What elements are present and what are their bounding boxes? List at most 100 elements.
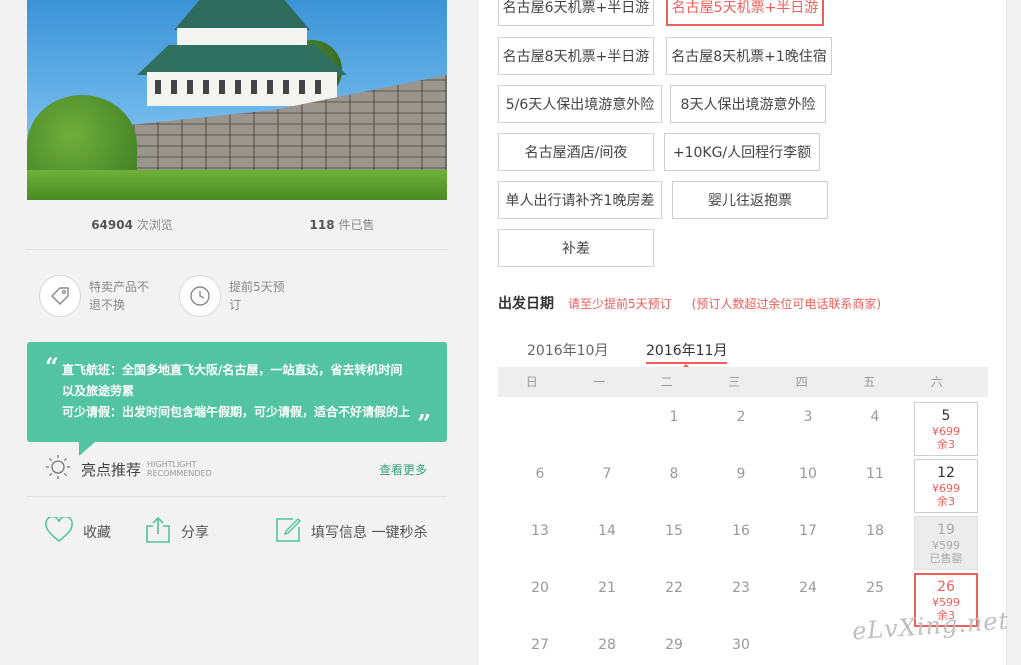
sold-count: 118 bbox=[309, 218, 335, 232]
month-tab-label: 2016年11月 bbox=[646, 343, 728, 359]
calendar-day: 19 ¥599 已售罄 bbox=[914, 516, 978, 570]
feature-advance-booking: 提前5天预订 bbox=[179, 275, 319, 317]
calendar-day: 16 bbox=[709, 522, 773, 576]
calendar-day: 14 bbox=[575, 522, 639, 576]
package-option[interactable]: 名古屋5天机票+半日游 bbox=[666, 0, 824, 26]
day-price: ¥699 bbox=[932, 482, 960, 495]
day-number: 21 bbox=[598, 580, 616, 596]
calendar-day: 7 bbox=[575, 465, 639, 519]
see-more-link[interactable]: 查看更多 bbox=[379, 461, 427, 478]
sun-icon bbox=[45, 454, 71, 484]
day-remaining: 余3 bbox=[937, 495, 955, 508]
quote-tail bbox=[79, 442, 95, 456]
calendar-day: 27 bbox=[508, 636, 572, 665]
package-option[interactable]: 名古屋酒店/间夜 bbox=[498, 133, 654, 171]
day-number: 30 bbox=[732, 637, 750, 653]
day-number: 25 bbox=[866, 580, 884, 596]
calendar-day: 4 bbox=[843, 408, 907, 462]
share-icon bbox=[145, 516, 171, 548]
highlight-title: 亮点推荐 bbox=[81, 460, 142, 479]
package-option[interactable]: 婴儿往返抱票 bbox=[672, 181, 828, 219]
quote-line: 直飞航班：全国多地直飞大阪/名古屋，一站直达，省去转机时间 bbox=[62, 363, 403, 377]
package-option[interactable]: 补差 bbox=[498, 229, 654, 267]
package-option[interactable]: 名古屋6天机票+半日游 bbox=[498, 0, 654, 26]
day-remaining: 余3 bbox=[937, 438, 955, 451]
calendar-day: 30 bbox=[709, 636, 773, 665]
favorite-label: 收藏 bbox=[83, 525, 111, 541]
departure-date-header: 出发日期 请至少提前5天预订 (预订人数超过余位可电话联系商家) bbox=[498, 293, 881, 313]
package-option[interactable]: 8天人保出境游意外险 bbox=[670, 85, 826, 123]
calendar-day: 6 bbox=[508, 465, 572, 519]
calendar-day: 17 bbox=[776, 522, 840, 576]
product-stats: 64904 次浏览 118 件已售 bbox=[27, 200, 447, 250]
heart-icon bbox=[45, 515, 73, 547]
clock-icon bbox=[179, 275, 221, 317]
open-quote-icon: “ bbox=[45, 352, 59, 381]
day-number: 18 bbox=[866, 523, 884, 539]
day-number: 29 bbox=[665, 637, 683, 653]
day-number: 23 bbox=[732, 580, 750, 596]
day-number: 19 bbox=[937, 522, 955, 538]
package-option[interactable]: 名古屋8天机票+半日游 bbox=[498, 37, 654, 75]
feature-text: 特卖产品不退不换 bbox=[89, 280, 150, 312]
calendar-day: 29 bbox=[642, 636, 706, 665]
feature-text: 提前5天预订 bbox=[229, 280, 285, 312]
product-left-column: 64904 次浏览 118 件已售 特卖产品不退不换 提前5天预订 “ 直飞航班… bbox=[27, 0, 447, 567]
calendar-day[interactable]: 5 ¥699 余3 bbox=[914, 402, 978, 456]
calendar-day: 1 bbox=[642, 408, 706, 462]
product-actions: 收藏 分享 填写信息 一键秒杀 bbox=[27, 497, 447, 567]
day-number: 24 bbox=[799, 580, 817, 596]
favorite-button[interactable]: 收藏 bbox=[45, 515, 145, 547]
calendar-day: 22 bbox=[642, 579, 706, 633]
weekday-label: 二 bbox=[660, 375, 673, 389]
month-tab-oct[interactable]: 2016年10月 bbox=[527, 340, 608, 360]
highlight-en-line1: HIGHTLIGHT bbox=[147, 460, 197, 469]
weekday-label: 六 bbox=[930, 375, 943, 389]
booking-panel: 名古屋6天机票+半日游 名古屋5天机票+半日游 名古屋8天机票+半日游 名古屋8天机票… bbox=[477, 0, 1007, 665]
weekday-label: 三 bbox=[728, 375, 741, 389]
share-button[interactable]: 分享 bbox=[145, 516, 275, 548]
day-number: 27 bbox=[531, 637, 549, 653]
weekday-label: 四 bbox=[795, 375, 808, 389]
calendar-weekday-header: 日一二三四五六 bbox=[498, 367, 988, 397]
day-number: 28 bbox=[598, 637, 616, 653]
day-number: 9 bbox=[736, 466, 746, 482]
day-price: ¥599 bbox=[932, 596, 960, 609]
tag-icon bbox=[39, 275, 81, 317]
fill-info-button[interactable]: 填写信息 一键秒杀 bbox=[275, 517, 427, 547]
weekday-label: 一 bbox=[593, 375, 606, 389]
departure-hint: 请至少提前5天预订 bbox=[568, 296, 672, 311]
day-number: 10 bbox=[799, 466, 817, 482]
calendar-day: 20 bbox=[508, 579, 572, 633]
calendar-day[interactable]: 12 ¥699 余3 bbox=[914, 459, 978, 513]
calendar-day: 28 bbox=[575, 636, 639, 665]
package-option[interactable]: 名古屋8天机票+1晚住宿 bbox=[666, 37, 832, 75]
calendar-day: 2 bbox=[709, 408, 773, 462]
calendar-day: 23 bbox=[709, 579, 773, 633]
package-option[interactable]: 5/6天人保出境游意外险 bbox=[498, 85, 662, 123]
calendar-day: 21 bbox=[575, 579, 639, 633]
quote-line: 可少请假：出发时间包含端午假期，可少请假，适合不好请假的上 bbox=[62, 405, 411, 419]
highlight-en: HIGHTLIGHT RECOMMENDED bbox=[147, 460, 212, 478]
calendar-day: 11 bbox=[843, 465, 907, 519]
departure-title: 出发日期 bbox=[498, 296, 554, 312]
calendar-day: 8 bbox=[642, 465, 706, 519]
day-number: 6 bbox=[535, 466, 545, 482]
quote-line: 以及旅途劳累 bbox=[62, 384, 135, 398]
calendar-day: 15 bbox=[642, 522, 706, 576]
highlight-en-line2: RECOMMENDED bbox=[147, 469, 212, 478]
package-option[interactable]: +10KG/人回程行李额 bbox=[664, 133, 820, 171]
calendar-day: 10 bbox=[776, 465, 840, 519]
product-hero-image bbox=[27, 0, 447, 200]
day-number: 26 bbox=[937, 579, 955, 595]
weekday-label: 五 bbox=[863, 375, 876, 389]
day-number: 22 bbox=[665, 580, 683, 596]
highlight-quote: “ 直飞航班：全国多地直飞大阪/名古屋，一站直达，省去转机时间 以及旅途劳累 可… bbox=[27, 342, 447, 456]
calendar-day: 13 bbox=[508, 522, 572, 576]
month-tab-nov[interactable]: 2016年11月 bbox=[646, 340, 728, 368]
package-option[interactable]: 单人出行请补齐1晚房差 bbox=[498, 181, 662, 219]
feature-no-refund: 特卖产品不退不换 bbox=[39, 275, 179, 317]
views-label: 次浏览 bbox=[136, 218, 173, 232]
day-number: 11 bbox=[866, 466, 884, 482]
day-number: 17 bbox=[799, 523, 817, 539]
